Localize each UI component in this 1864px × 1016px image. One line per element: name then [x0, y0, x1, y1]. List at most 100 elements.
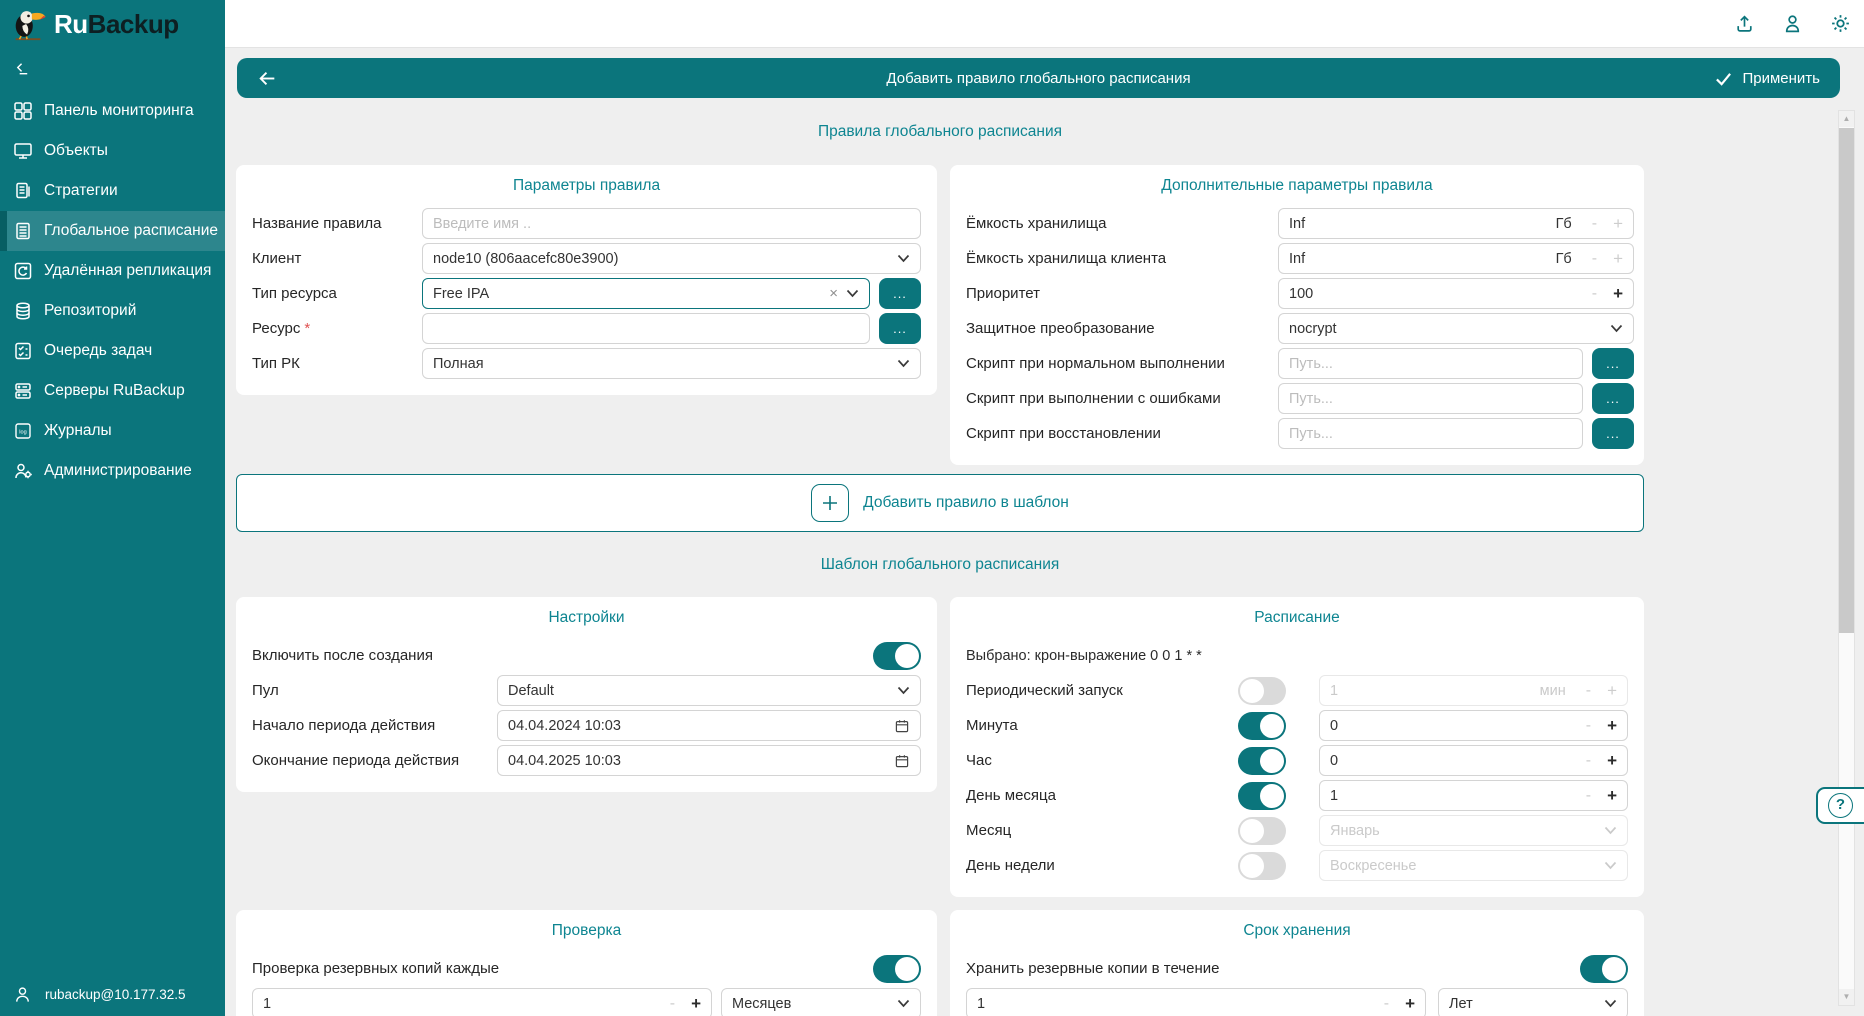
period-start-label: Начало периода действия [252, 717, 497, 734]
increment-button[interactable]: + [683, 994, 701, 1014]
chevron-down-icon [1604, 861, 1617, 870]
increment-button[interactable]: + [1599, 751, 1617, 771]
increment-button[interactable]: + [1397, 994, 1415, 1014]
retention-toggle[interactable] [1580, 955, 1628, 983]
retention-interval-input[interactable] [977, 996, 1376, 1012]
hour-input[interactable] [1330, 753, 1578, 769]
scrollbar-down-arrow[interactable]: ▼ [1839, 989, 1854, 1005]
sidebar-item-global-schedule[interactable]: Глобальное расписание [0, 211, 225, 251]
sidebar-item-servers[interactable]: Серверы RuBackup [0, 371, 225, 411]
vertical-scrollbar[interactable]: ▲ ▼ [1838, 110, 1855, 1006]
settings-card: Настройки Включить после создания Пул De… [236, 597, 937, 792]
sidebar-item-journals[interactable]: log Журналы [0, 411, 225, 451]
script-restore-input[interactable] [1289, 426, 1572, 442]
resource-input[interactable] [433, 321, 859, 337]
crypto-label: Защитное преобразование [966, 320, 1278, 337]
storage-capacity-input[interactable] [1289, 216, 1548, 232]
enable-after-create-toggle[interactable] [873, 642, 921, 670]
sidebar-item-repository[interactable]: Репозиторий [0, 291, 225, 331]
scrollbar-up-arrow[interactable]: ▲ [1839, 111, 1854, 127]
verify-title: Проверка [252, 922, 921, 940]
decrement-button[interactable]: - [1584, 215, 1605, 233]
periodic-run-toggle[interactable] [1238, 677, 1286, 705]
month-label: Месяц [966, 822, 1238, 839]
add-rule-to-template-button[interactable]: Добавить правило в шаблон [236, 474, 1644, 532]
sidebar-item-remote-replication[interactable]: Удалённая репликация [0, 251, 225, 291]
help-button[interactable]: ? [1816, 787, 1864, 824]
current-user[interactable]: rubackup@10.177.32.5 [13, 985, 186, 1004]
resource-browse-button[interactable]: ... [879, 313, 921, 344]
apply-button-label: Применить [1742, 70, 1820, 87]
brand-backup: Backup [88, 9, 179, 39]
calendar-icon[interactable] [894, 718, 910, 734]
decrement-button[interactable]: - [1578, 787, 1599, 805]
decrement-button[interactable]: - [1584, 285, 1605, 303]
retention-label: Хранить резервные копии в течение [966, 960, 1219, 977]
verify-unit-select[interactable]: Месяцев [721, 988, 921, 1016]
hour-toggle[interactable] [1238, 747, 1286, 775]
script-error-browse-button[interactable]: ... [1592, 383, 1634, 414]
periodic-run-input[interactable] [1330, 683, 1532, 699]
decrement-button[interactable]: - [1578, 682, 1599, 700]
increment-button[interactable]: + [1605, 249, 1623, 269]
increment-button[interactable]: + [1599, 716, 1617, 736]
minute-toggle[interactable] [1238, 712, 1286, 740]
resource-type-browse-button[interactable]: ... [879, 278, 921, 309]
day-of-week-select[interactable]: Воскресенье [1319, 850, 1628, 881]
retention-card: Срок хранения Хранить резервные копии в … [950, 910, 1644, 1016]
increment-button[interactable]: + [1605, 284, 1623, 304]
apply-button[interactable]: Применить [1714, 70, 1820, 87]
increment-button[interactable]: + [1599, 681, 1617, 701]
month-toggle[interactable] [1238, 817, 1286, 845]
priority-input[interactable] [1289, 286, 1584, 302]
decrement-button[interactable]: - [662, 995, 683, 1013]
verify-label: Проверка резервных копий каждые [252, 960, 499, 977]
calendar-icon[interactable] [894, 753, 910, 769]
scrollbar-thumb[interactable] [1839, 128, 1854, 633]
rule-name-input[interactable] [433, 216, 910, 232]
export-upload-icon[interactable] [1734, 13, 1755, 34]
profile-icon[interactable] [1782, 13, 1803, 34]
script-error-input[interactable] [1289, 391, 1572, 407]
period-end-value: 04.04.2025 10:03 [508, 753, 621, 769]
retention-unit-select[interactable]: Лет [1438, 988, 1628, 1016]
clear-icon[interactable]: × [829, 285, 838, 302]
period-start-field[interactable]: 04.04.2024 10:03 [497, 710, 921, 741]
day-of-week-toggle[interactable] [1238, 852, 1286, 880]
increment-button[interactable]: + [1599, 786, 1617, 806]
decrement-button[interactable]: - [1578, 752, 1599, 770]
pool-select[interactable]: Default [497, 675, 921, 706]
settings-gear-icon[interactable] [1830, 13, 1851, 34]
sidebar-item-strategies[interactable]: Стратегии [0, 171, 225, 211]
collapse-sidebar-icon [14, 60, 211, 77]
day-of-month-label: День месяца [966, 787, 1238, 804]
script-success-browse-button[interactable]: ... [1592, 348, 1634, 379]
resource-type-value: Free IPA [433, 286, 489, 302]
sidebar-item-objects[interactable]: Объекты [0, 131, 225, 171]
crypto-select[interactable]: nocrypt [1278, 313, 1634, 344]
client-select[interactable]: node10 (806aacefc80e3900) [422, 243, 921, 274]
month-select[interactable]: Январь [1319, 815, 1628, 846]
verify-interval-input[interactable] [263, 996, 662, 1012]
sidebar-item-administration[interactable]: Администрирование [0, 451, 225, 491]
verify-toggle[interactable] [873, 955, 921, 983]
minute-input[interactable] [1330, 718, 1578, 734]
period-end-field[interactable]: 04.04.2025 10:03 [497, 745, 921, 776]
day-of-month-toggle[interactable] [1238, 782, 1286, 810]
sidebar-item-monitoring[interactable]: Панель мониторинга [0, 91, 225, 131]
script-success-input[interactable] [1289, 356, 1572, 372]
svg-text:log: log [19, 429, 26, 435]
backup-type-select[interactable]: Полная [422, 348, 921, 379]
decrement-button[interactable]: - [1376, 995, 1397, 1013]
decrement-button[interactable]: - [1584, 250, 1605, 268]
decrement-button[interactable]: - [1578, 717, 1599, 735]
increment-button[interactable]: + [1605, 214, 1623, 234]
client-capacity-input[interactable] [1289, 251, 1548, 267]
day-of-month-input[interactable] [1330, 788, 1578, 804]
schedule-card: Расписание Выбрано: крон-выражение 0 0 1… [950, 597, 1644, 897]
sidebar-collapse-button[interactable] [0, 48, 225, 83]
resource-type-combobox[interactable]: Free IPA × [422, 278, 870, 309]
chevron-down-icon [897, 686, 910, 695]
sidebar-item-task-queue[interactable]: Очередь задач [0, 331, 225, 371]
script-restore-browse-button[interactable]: ... [1592, 418, 1634, 449]
